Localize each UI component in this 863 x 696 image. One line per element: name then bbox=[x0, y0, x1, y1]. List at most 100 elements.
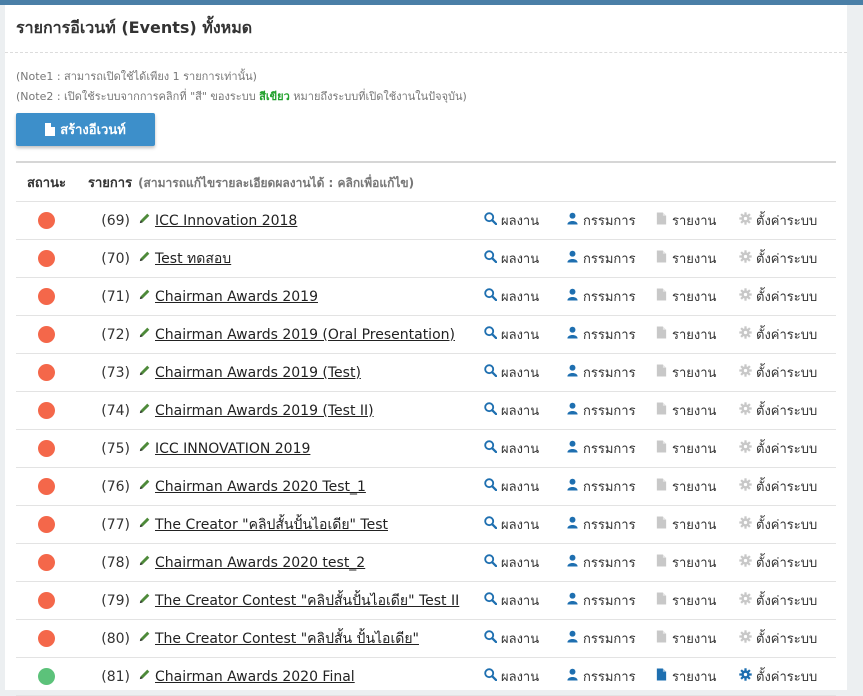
file-icon bbox=[655, 402, 668, 419]
status-toggle[interactable] bbox=[37, 440, 55, 457]
committee-link[interactable]: กรรมการ bbox=[566, 248, 655, 269]
status-toggle[interactable] bbox=[37, 364, 55, 381]
committee-link[interactable]: กรรมการ bbox=[566, 362, 655, 383]
table-row: (80) The Creator Contest "คลิปสั้น ปั้นไอ… bbox=[16, 620, 836, 658]
status-toggle[interactable] bbox=[37, 326, 55, 343]
event-name-link[interactable]: The Creator Contest "คลิปสั้น ปั้นไอเดีย… bbox=[155, 628, 419, 650]
committee-link[interactable]: กรรมการ bbox=[566, 476, 655, 497]
event-name-link[interactable]: Chairman Awards 2020 Final bbox=[155, 669, 355, 685]
settings-link[interactable]: ตั้งค่าระบบ bbox=[739, 438, 829, 459]
results-link[interactable]: ผลงาน bbox=[484, 666, 566, 687]
committee-link[interactable]: กรรมการ bbox=[566, 552, 655, 573]
status-toggle[interactable] bbox=[37, 402, 55, 419]
report-link[interactable]: รายงาน bbox=[655, 666, 739, 687]
event-name-link[interactable]: ICC INNOVATION 2019 bbox=[155, 441, 310, 457]
report-link[interactable]: รายงาน bbox=[655, 590, 739, 611]
event-number: (80) bbox=[101, 630, 130, 647]
status-toggle[interactable] bbox=[37, 250, 55, 267]
gear-icon bbox=[739, 364, 752, 381]
results-link[interactable]: ผลงาน bbox=[484, 476, 566, 497]
results-link[interactable]: ผลงาน bbox=[484, 552, 566, 573]
report-link[interactable]: รายงาน bbox=[655, 438, 739, 459]
results-link[interactable]: ผลงาน bbox=[484, 438, 566, 459]
gear-icon bbox=[739, 212, 752, 229]
settings-link[interactable]: ตั้งค่าระบบ bbox=[739, 514, 829, 535]
settings-link[interactable]: ตั้งค่าระบบ bbox=[739, 286, 829, 307]
settings-link[interactable]: ตั้งค่าระบบ bbox=[739, 590, 829, 611]
event-name-link[interactable]: Chairman Awards 2019 (Test) bbox=[155, 365, 361, 381]
event-name-link[interactable]: The Creator Contest "คลิปสั้นปั้นไอเดีย"… bbox=[155, 590, 459, 612]
results-link[interactable]: ผลงาน bbox=[484, 324, 566, 345]
settings-link[interactable]: ตั้งค่าระบบ bbox=[739, 476, 829, 497]
report-link[interactable]: รายงาน bbox=[655, 286, 739, 307]
status-toggle[interactable] bbox=[37, 668, 55, 685]
event-number: (76) bbox=[101, 478, 130, 495]
event-name-link[interactable]: Chairman Awards 2020 test_2 bbox=[155, 555, 365, 571]
committee-link[interactable]: กรรมการ bbox=[566, 666, 655, 687]
committee-link[interactable]: กรรมการ bbox=[566, 400, 655, 421]
settings-link[interactable]: ตั้งค่าระบบ bbox=[739, 248, 829, 269]
report-link[interactable]: รายงาน bbox=[655, 552, 739, 573]
event-name-link[interactable]: ICC Innovation 2018 bbox=[155, 213, 297, 229]
file-icon bbox=[655, 516, 668, 533]
report-link[interactable]: รายงาน bbox=[655, 248, 739, 269]
user-icon bbox=[566, 478, 579, 495]
pencil-icon bbox=[138, 592, 155, 609]
event-name-link[interactable]: Chairman Awards 2019 bbox=[155, 289, 318, 305]
status-toggle[interactable] bbox=[37, 554, 55, 571]
user-icon bbox=[566, 212, 579, 229]
settings-link[interactable]: ตั้งค่าระบบ bbox=[739, 400, 829, 421]
event-name-link[interactable]: Test ทดสอบ bbox=[155, 248, 231, 270]
event-name-link[interactable]: Chairman Awards 2019 (Oral Presentation) bbox=[155, 327, 455, 343]
report-link[interactable]: รายงาน bbox=[655, 362, 739, 383]
committee-link[interactable]: กรรมการ bbox=[566, 286, 655, 307]
create-event-button[interactable]: สร้างอีเวนท์ bbox=[16, 113, 155, 146]
event-name-link[interactable]: Chairman Awards 2020 Test_1 bbox=[155, 479, 366, 495]
table-row: (74) Chairman Awards 2019 (Test II) ผลงานก… bbox=[16, 392, 836, 430]
report-link[interactable]: รายงาน bbox=[655, 210, 739, 231]
table-row: (72) Chairman Awards 2019 (Oral Presentat… bbox=[16, 316, 836, 354]
settings-link[interactable]: ตั้งค่าระบบ bbox=[739, 362, 829, 383]
committee-link[interactable]: กรรมการ bbox=[566, 438, 655, 459]
status-toggle[interactable] bbox=[37, 592, 55, 609]
status-toggle[interactable] bbox=[37, 288, 55, 305]
report-link[interactable]: รายงาน bbox=[655, 324, 739, 345]
status-toggle[interactable] bbox=[37, 516, 55, 533]
results-link[interactable]: ผลงาน bbox=[484, 210, 566, 231]
search-icon bbox=[484, 364, 498, 381]
committee-link[interactable]: กรรมการ bbox=[566, 590, 655, 611]
row-actions: ผลงาน กรรมการ รายงาน ตั้งค่าระบบ bbox=[484, 392, 829, 429]
committee-link[interactable]: กรรมการ bbox=[566, 628, 655, 649]
status-toggle[interactable] bbox=[37, 630, 55, 647]
event-name-link[interactable]: Chairman Awards 2019 (Test II) bbox=[155, 403, 374, 419]
event-name-link[interactable]: The Creator "คลิปสั้นปั้นไอเดีย" Test bbox=[155, 514, 388, 536]
pencil-icon bbox=[138, 402, 155, 419]
committee-link[interactable]: กรรมการ bbox=[566, 514, 655, 535]
results-link[interactable]: ผลงาน bbox=[484, 514, 566, 535]
status-toggle[interactable] bbox=[37, 478, 55, 495]
settings-link[interactable]: ตั้งค่าระบบ bbox=[739, 552, 829, 573]
results-link[interactable]: ผลงาน bbox=[484, 590, 566, 611]
committee-link[interactable]: กรรมการ bbox=[566, 324, 655, 345]
settings-link[interactable]: ตั้งค่าระบบ bbox=[739, 628, 829, 649]
table-row: (69) ICC Innovation 2018 ผลงาน กรรมการ รายงา… bbox=[16, 202, 836, 240]
report-link[interactable]: รายงาน bbox=[655, 400, 739, 421]
row-actions: ผลงาน กรรมการ รายงาน ตั้งค่าระบบ bbox=[484, 658, 829, 695]
settings-link[interactable]: ตั้งค่าระบบ bbox=[739, 324, 829, 345]
file-icon bbox=[655, 630, 668, 647]
report-link[interactable]: รายงาน bbox=[655, 628, 739, 649]
committee-link[interactable]: กรรมการ bbox=[566, 210, 655, 231]
settings-link[interactable]: ตั้งค่าระบบ bbox=[739, 666, 829, 687]
settings-link[interactable]: ตั้งค่าระบบ bbox=[739, 210, 829, 231]
status-toggle[interactable] bbox=[37, 212, 55, 229]
results-link[interactable]: ผลงาน bbox=[484, 362, 566, 383]
results-link[interactable]: ผลงาน bbox=[484, 286, 566, 307]
pencil-icon bbox=[138, 630, 155, 647]
report-link[interactable]: รายงาน bbox=[655, 514, 739, 535]
report-link[interactable]: รายงาน bbox=[655, 476, 739, 497]
results-link[interactable]: ผลงาน bbox=[484, 248, 566, 269]
create-event-label: สร้างอีเวนท์ bbox=[60, 123, 126, 138]
results-link[interactable]: ผลงาน bbox=[484, 628, 566, 649]
results-link[interactable]: ผลงาน bbox=[484, 400, 566, 421]
gear-icon bbox=[739, 592, 752, 609]
